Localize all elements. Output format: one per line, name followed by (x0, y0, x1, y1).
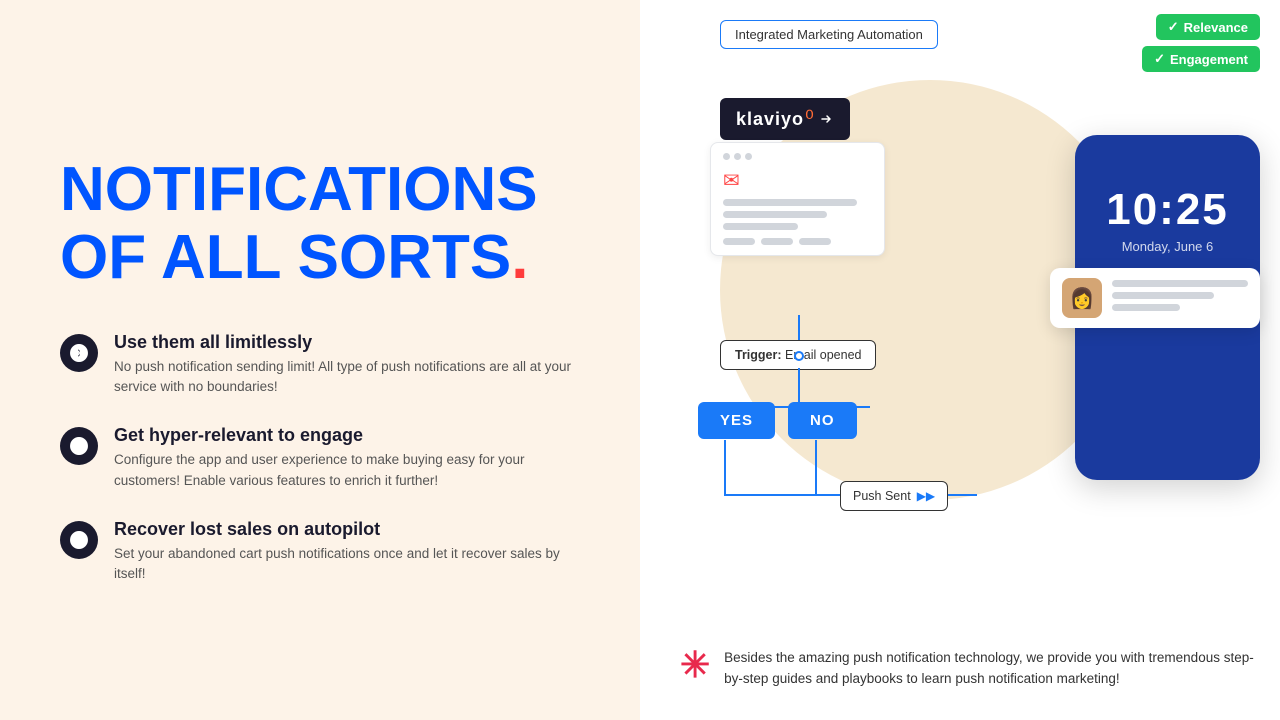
asterisk-icon: ✳ (680, 647, 710, 683)
push-sent-label: Push Sent (853, 489, 911, 503)
notif-line-3 (1112, 304, 1180, 311)
feature-heading-3: Recover lost sales on autopilot (114, 519, 580, 540)
email-footer (723, 238, 872, 245)
relevance-badge: ✓ Relevance (1156, 14, 1260, 40)
feature-item-hyper-relevant: Get hyper-relevant to engage Configure t… (60, 425, 580, 491)
feature-desc-3: Set your abandoned cart push notificatio… (114, 544, 580, 585)
no-button[interactable]: NO (788, 402, 857, 439)
feature-desc-1: No push notification sending limit! All … (114, 357, 580, 398)
notif-line-1 (1112, 280, 1248, 287)
email-icon: ✉ (723, 168, 872, 193)
bottom-note-text: Besides the amazing push notification te… (724, 647, 1260, 690)
email-card-dots (723, 153, 872, 160)
ima-box: Integrated Marketing Automation (720, 20, 938, 49)
notification-avatar: 👩 (1062, 278, 1102, 318)
relevance-label: Relevance (1184, 20, 1248, 35)
feature-text-hyper-relevant: Get hyper-relevant to engage Configure t… (114, 425, 580, 491)
email-footer-btn-2 (761, 238, 793, 245)
check-icon-engagement: ✓ (1154, 51, 1165, 67)
check-icon-relevance: ✓ (1168, 19, 1179, 35)
engagement-badge: ✓ Engagement (1142, 46, 1260, 72)
email-dot-2 (734, 153, 741, 160)
connector-yes-line (724, 440, 726, 495)
feature-heading-1: Use them all limitlessly (114, 332, 580, 353)
main-title: NOTIFICATIONS OF ALL SORTS. (60, 156, 580, 292)
title-line1: NOTIFICATIONS (60, 155, 538, 224)
push-sent-arrows: ▶▶ (917, 489, 935, 503)
yes-button[interactable]: YES (698, 402, 775, 439)
klaviyo-box: klaviyo ⁰ (720, 98, 850, 140)
email-dot-1 (723, 153, 730, 160)
feature-desc-2: Configure the app and user experience to… (114, 450, 580, 491)
email-line-3 (723, 223, 798, 230)
right-panel: Integrated Marketing Automation ✓ Releva… (640, 0, 1280, 720)
push-sent-box: Push Sent ▶▶ (840, 481, 948, 511)
left-panel: NOTIFICATIONS OF ALL SORTS. Use them all… (0, 0, 640, 720)
feature-item-autopilot: Recover lost sales on autopilot Set your… (60, 519, 580, 585)
arrow-circle-icon-1 (60, 334, 98, 372)
email-dot-3 (745, 153, 752, 160)
email-footer-btn-3 (799, 238, 831, 245)
connector-no-line (815, 440, 817, 495)
phone-date: Monday, June 6 (1075, 239, 1260, 254)
feature-text-limitless: Use them all limitlessly No push notific… (114, 332, 580, 398)
connector-line-1 (798, 315, 800, 343)
email-line-2 (723, 211, 827, 218)
feature-list: Use them all limitlessly No push notific… (60, 332, 580, 585)
notification-lines (1112, 280, 1248, 316)
feature-item-limitless: Use them all limitlessly No push notific… (60, 332, 580, 398)
email-line-1 (723, 199, 857, 206)
ima-label: Integrated Marketing Automation (735, 27, 923, 42)
trigger-label: Trigger: (735, 348, 782, 362)
klaviyo-logo-text: klaviyo (736, 109, 804, 130)
klaviyo-icon (818, 111, 834, 127)
bottom-note: ✳ Besides the amazing push notification … (680, 647, 1260, 690)
feature-text-autopilot: Recover lost sales on autopilot Set your… (114, 519, 580, 585)
engagement-label: Engagement (1170, 52, 1248, 67)
klaviyo-logo-dot: ⁰ (805, 106, 814, 132)
title-dot: . (511, 223, 528, 292)
email-card: ✉ (710, 142, 885, 256)
arrow-icon-1: ▶▶ (917, 489, 935, 503)
notif-line-2 (1112, 292, 1214, 299)
trigger-connector-dot (794, 351, 804, 361)
arrow-circle-icon-3 (60, 521, 98, 559)
title-line2: OF ALL SORTS (60, 223, 511, 292)
notification-card: 👩 (1050, 268, 1260, 328)
arrow-circle-icon-2 (60, 427, 98, 465)
email-footer-btn-1 (723, 238, 755, 245)
phone-time: 10:25 (1075, 185, 1260, 235)
feature-heading-2: Get hyper-relevant to engage (114, 425, 580, 446)
